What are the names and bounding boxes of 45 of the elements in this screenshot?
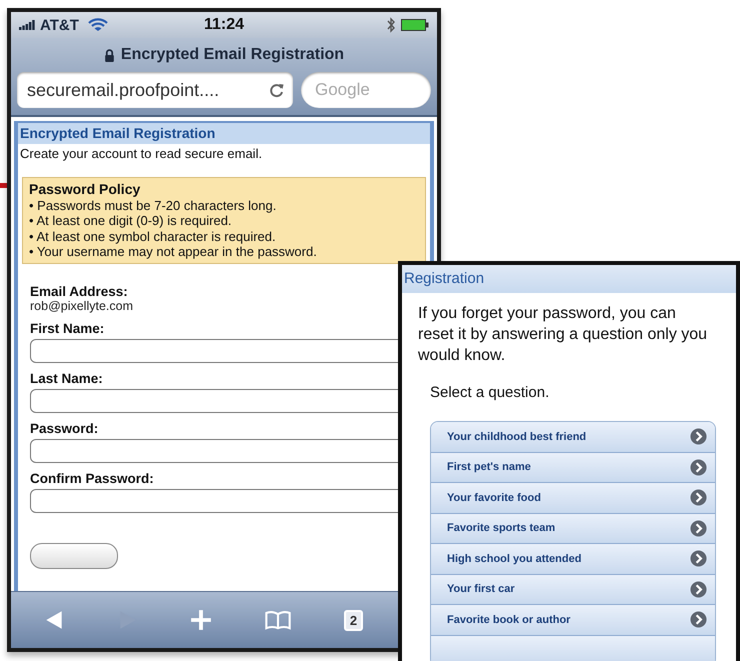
field-label: Password: (30, 420, 98, 436)
question-row[interactable]: First pet's name (431, 452, 715, 483)
chevron-icon (690, 458, 707, 476)
bluetooth-icon (386, 17, 396, 33)
chevron-icon (690, 580, 707, 598)
clock-time: 11:24 (204, 16, 244, 34)
signal-icon (19, 20, 35, 30)
policy-title: Password Policy (29, 182, 142, 198)
field-label: First Name: (30, 320, 104, 336)
policy-rule: • Passwords must be 7-20 characters long. (29, 198, 278, 213)
question-row[interactable]: Your first car (431, 574, 715, 605)
wifi-icon (88, 18, 108, 32)
section-heading: Registration (402, 265, 736, 293)
question-row[interactable]: Favorite book or author (431, 605, 715, 636)
battery-icon (401, 19, 429, 31)
intro-text: If you forget your password, you can reset it by answering a question only you would know. (417, 304, 708, 366)
chevron-icon (690, 550, 707, 568)
chevron-icon (690, 428, 707, 446)
prompt-text: Select a question. (429, 383, 550, 401)
question-row[interactable]: Your favorite food (431, 483, 715, 514)
policy-rule: • Your username may not appear in the password. (29, 244, 318, 260)
search-field[interactable]: Google (301, 72, 431, 108)
address-field[interactable]: securemail.proofpoint.... (17, 72, 293, 108)
section-heading: Encrypted Email Registration (18, 123, 430, 144)
lock-icon (104, 48, 115, 62)
question-row[interactable]: High school you attended (431, 544, 715, 574)
question-row[interactable]: Your childhood best friend (431, 422, 715, 452)
policy-rule: • At least one symbol character is required. (29, 228, 277, 244)
field-label: Confirm Password: (30, 470, 154, 486)
policy-rule: • At least one digit (0-9) is required. (29, 213, 233, 228)
chevron-icon (690, 489, 707, 506)
intro-text: Create your account to read secure email. (19, 145, 264, 161)
carrier-name: AT&T (40, 16, 79, 34)
pages-button[interactable]: 2 (344, 610, 364, 630)
continue-button[interactable] (30, 542, 118, 568)
plus-icon[interactable] (190, 609, 212, 631)
question-row[interactable]: Favorite sports team (431, 514, 715, 544)
field-label: Email Address: (30, 284, 128, 298)
chevron-icon (690, 520, 707, 537)
field-label: Last Name: (30, 370, 103, 386)
chevron-icon (690, 611, 707, 628)
email-value: rob@pixellyte.com (30, 298, 134, 312)
page-title: Encrypted Email Registration (120, 46, 344, 64)
bookmarks-icon[interactable] (264, 609, 292, 631)
reload-icon[interactable] (269, 82, 285, 98)
